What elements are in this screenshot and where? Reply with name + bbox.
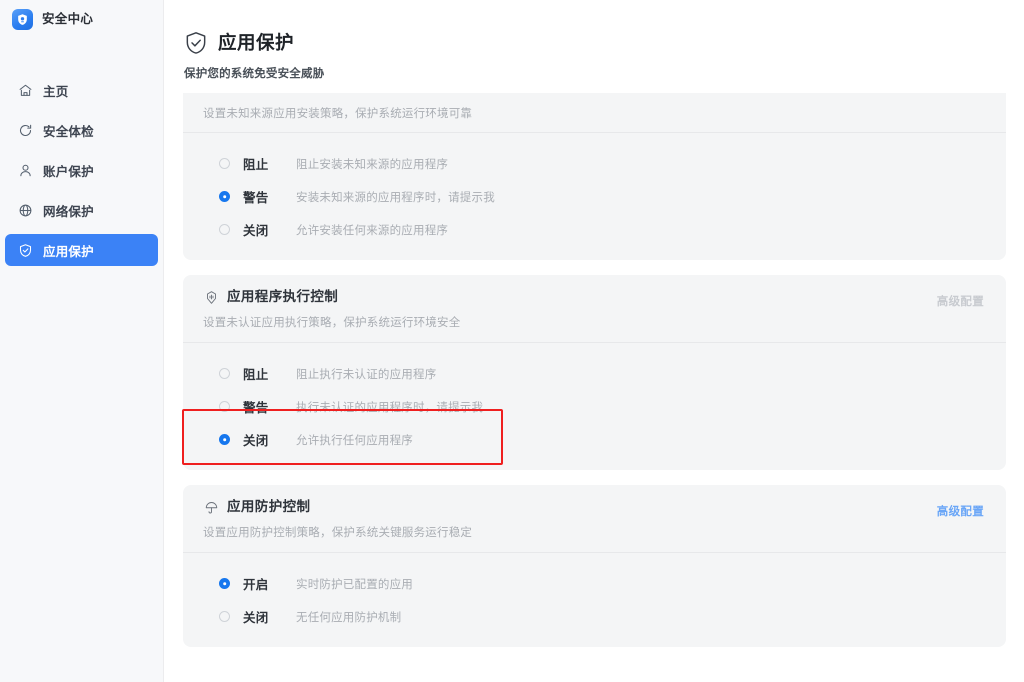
radio-option-label: 阻止: [243, 158, 269, 172]
radio-option-description: 阻止安装未知来源的应用程序: [296, 158, 449, 171]
card-app-protection-control: 应用防护控制 设置应用防护控制策略，保护系统关键服务运行稳定 高级配置 开启 实…: [183, 485, 1006, 647]
card-title-row: 应用程序执行控制: [203, 289, 988, 305]
shield-check-icon: [183, 30, 209, 56]
radio-option-label: 警告: [243, 191, 269, 205]
radio-indicator[interactable]: [219, 434, 230, 445]
sidebar-nav: 主页 安全体检 账户保护 网络保护 应用保护: [0, 74, 163, 266]
radio-option-description: 允许安装任何来源的应用程序: [296, 224, 449, 237]
radio-option-off[interactable]: 关闭 允许执行任何应用程序: [183, 423, 1006, 456]
radio-indicator[interactable]: [219, 224, 230, 235]
radio-indicator[interactable]: [219, 578, 230, 589]
user-icon: [18, 163, 33, 178]
application-window: 安全中心 主页 安全体检 账户保护 网络保护 应用保护 应用保护 保护您的系统免…: [0, 0, 1024, 682]
radio-option-description: 实时防护已配置的应用: [296, 578, 413, 591]
radio-option-block[interactable]: 阻止 阻止安装未知来源的应用程序: [183, 147, 1006, 180]
sidebar-item-label: 网络保护: [43, 204, 94, 219]
sidebar-item-label: 账户保护: [43, 164, 94, 179]
refresh-scan-icon: [18, 123, 33, 138]
radio-option-warn[interactable]: 警告 安装未知来源的应用程序时，请提示我: [183, 180, 1006, 213]
main-content: 应用保护 保护您的系统免受安全威胁 设置未知来源应用安装策略，保护系统运行环境可…: [165, 0, 1024, 682]
radio-option-label: 阻止: [243, 368, 269, 382]
advanced-config-link[interactable]: 高级配置: [937, 503, 984, 519]
card-title: 应用程序执行控制: [227, 289, 339, 305]
radio-option-on[interactable]: 开启 实时防护已配置的应用: [183, 567, 1006, 600]
radio-indicator[interactable]: [219, 611, 230, 622]
shield-logo-icon: [12, 9, 33, 30]
radio-indicator[interactable]: [219, 191, 230, 202]
card-header: 应用防护控制 设置应用防护控制策略，保护系统关键服务运行稳定 高级配置: [183, 485, 1006, 552]
home-icon: [18, 83, 33, 98]
card-title: 应用防护控制: [227, 499, 311, 515]
radio-option-description: 执行未认证的应用程序时，请提示我: [296, 401, 484, 414]
radio-group-app-protection-control: 开启 实时防护已配置的应用 关闭 无任何应用防护机制: [183, 553, 1006, 647]
brand-title: 安全中心: [42, 12, 94, 27]
radio-option-off[interactable]: 关闭 允许安装任何来源的应用程序: [183, 213, 1006, 246]
radio-option-description: 阻止执行未认证的应用程序: [296, 368, 437, 381]
radio-group-unknown-source-install: 阻止 阻止安装未知来源的应用程序 警告 安装未知来源的应用程序时，请提示我 关闭…: [183, 133, 1006, 260]
umbrella-icon: [203, 499, 219, 515]
page-title-row: 应用保护: [183, 30, 1024, 56]
radio-group-app-execution-control: 阻止 阻止执行未认证的应用程序 警告 执行未认证的应用程序时，请提示我 关闭 允…: [183, 343, 1006, 470]
card-title-row: 应用防护控制: [203, 499, 988, 515]
globe-icon: [18, 203, 33, 218]
radio-option-warn[interactable]: 警告 执行未认证的应用程序时，请提示我: [183, 390, 1006, 423]
sidebar-item-label: 应用保护: [43, 244, 94, 259]
sidebar-item-home[interactable]: 主页: [5, 74, 158, 106]
page-subtitle: 保护您的系统免受安全威胁: [184, 68, 325, 80]
card-description: 设置未认证应用执行策略，保护系统运行环境安全: [203, 317, 461, 329]
radio-indicator[interactable]: [219, 368, 230, 379]
radio-option-label: 关闭: [243, 434, 269, 448]
card-description: 设置未知来源应用安装策略，保护系统运行环境可靠: [203, 108, 473, 120]
page-title: 应用保护: [218, 31, 295, 53]
sidebar: 安全中心 主页 安全体检 账户保护 网络保护 应用保护: [0, 0, 164, 682]
card-app-execution-control: 应用程序执行控制 设置未认证应用执行策略，保护系统运行环境安全 高级配置 阻止 …: [183, 275, 1006, 470]
radio-option-label: 警告: [243, 401, 269, 415]
card-unknown-source-install: 设置未知来源应用安装策略，保护系统运行环境可靠 阻止 阻止安装未知来源的应用程序…: [183, 93, 1006, 260]
card-header: 应用程序执行控制 设置未认证应用执行策略，保护系统运行环境安全 高级配置: [183, 275, 1006, 342]
radio-indicator[interactable]: [219, 401, 230, 412]
sidebar-item-account-protection[interactable]: 账户保护: [5, 154, 158, 186]
certificate-badge-icon: [203, 289, 219, 305]
card-description: 设置应用防护控制策略，保护系统关键服务运行稳定: [203, 527, 473, 539]
radio-option-description: 允许执行任何应用程序: [296, 434, 413, 447]
radio-option-label: 关闭: [243, 224, 269, 238]
radio-option-label: 关闭: [243, 611, 269, 625]
radio-option-block[interactable]: 阻止 阻止执行未认证的应用程序: [183, 357, 1006, 390]
radio-option-label: 开启: [243, 578, 269, 592]
sidebar-item-label: 安全体检: [43, 124, 94, 139]
settings-cards: 设置未知来源应用安装策略，保护系统运行环境可靠 阻止 阻止安装未知来源的应用程序…: [165, 93, 1024, 647]
sidebar-item-security-check[interactable]: 安全体检: [5, 114, 158, 146]
sidebar-item-label: 主页: [43, 84, 69, 99]
radio-option-description: 无任何应用防护机制: [296, 611, 402, 624]
shield-check-icon: [18, 243, 33, 258]
advanced-config-link: 高级配置: [936, 296, 984, 308]
sidebar-item-app-protection[interactable]: 应用保护: [5, 234, 158, 266]
sidebar-item-network-protection[interactable]: 网络保护: [5, 194, 158, 226]
radio-option-description: 安装未知来源的应用程序时，请提示我: [296, 191, 495, 204]
radio-option-off[interactable]: 关闭 无任何应用防护机制: [183, 600, 1006, 633]
radio-indicator[interactable]: [219, 158, 230, 169]
page-header: 应用保护 保护您的系统免受安全威胁: [165, 0, 1024, 81]
brand: 安全中心: [0, 0, 163, 30]
